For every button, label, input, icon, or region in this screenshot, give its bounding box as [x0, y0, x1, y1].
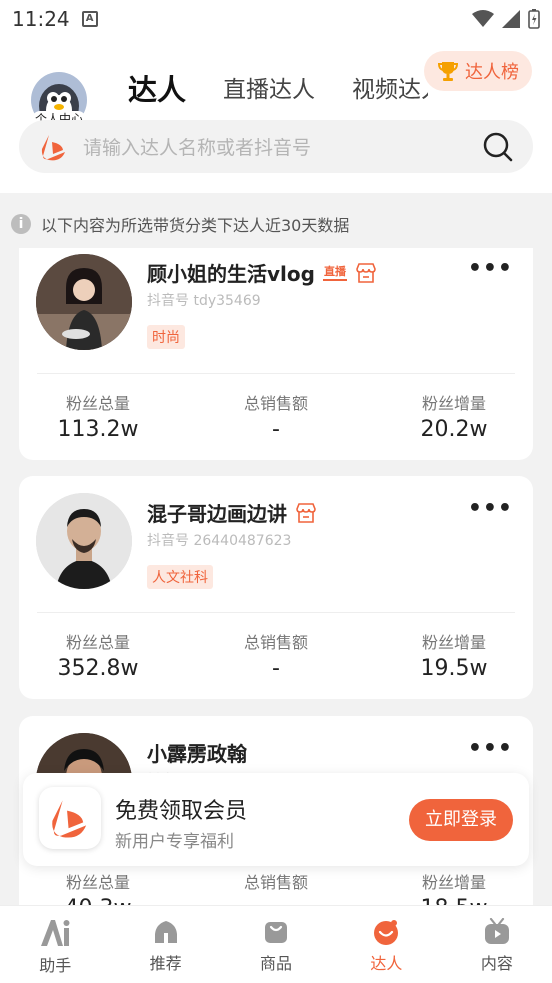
- stat-value: -: [272, 417, 280, 442]
- nav-products[interactable]: 商品: [221, 906, 331, 983]
- status-time: 11:24: [12, 7, 70, 31]
- membership-popup[interactable]: 免费领取会员 新用户专享福利 立即登录: [23, 773, 529, 866]
- search-icon[interactable]: [483, 132, 513, 162]
- stat-label: 粉丝增量: [421, 873, 486, 892]
- stat-label: 粉丝增量: [421, 394, 486, 413]
- popup-subtitle: 新用户专享福利: [115, 832, 234, 852]
- status-bar: 11:24 A: [0, 0, 552, 38]
- stat-value: 352.8w: [57, 656, 139, 681]
- stat-label: 总销售额: [243, 633, 308, 652]
- category-tag: 人文社科: [147, 565, 213, 589]
- stat-followers: 粉丝总量 352.8w: [28, 629, 168, 681]
- influencer-name: 混子哥边画边讲: [147, 498, 317, 527]
- douyin-id: 抖音号 tdy35469: [147, 293, 261, 309]
- more-options-icon[interactable]: •••: [468, 736, 513, 761]
- app-logo-icon: [41, 134, 65, 160]
- data-notice: i 以下内容为所选带货分类下达人近30天数据: [0, 207, 552, 241]
- influencer-avatar: [36, 254, 132, 350]
- tab-live-influencer[interactable]: 直播达人: [223, 72, 315, 108]
- smile-icon: [374, 920, 399, 945]
- stat-value: 113.2w: [57, 417, 139, 442]
- nav-label: 助手: [39, 956, 72, 975]
- tab-video-influencer[interactable]: 视频达人: [352, 72, 428, 108]
- nav-label: 商品: [260, 954, 293, 973]
- influencer-name: 顾小姐的生活vlog 直播: [147, 258, 377, 287]
- nav-influencer[interactable]: 达人: [331, 906, 441, 983]
- stat-label: 粉丝总量: [65, 394, 130, 413]
- nav-assistant[interactable]: 助手: [0, 906, 110, 983]
- stat-value: -: [272, 656, 280, 681]
- stat-label: 粉丝增量: [421, 633, 486, 652]
- notice-text: 以下内容为所选带货分类下达人近30天数据: [41, 216, 350, 235]
- popup-title: 免费领取会员: [115, 799, 248, 824]
- trophy-icon: [437, 62, 459, 81]
- wifi-icon: [472, 10, 494, 27]
- live-badge: 直播: [322, 265, 347, 281]
- bag-icon: [265, 922, 288, 943]
- stat-label: 粉丝总量: [65, 633, 130, 652]
- bottom-nav: 助手 推荐 商品 达人 内容: [0, 905, 552, 983]
- category-tag: 时尚: [147, 325, 185, 349]
- influencer-name-text: 小霹雳政翰: [147, 742, 247, 766]
- influencer-name-text: 顾小姐的生活vlog: [147, 262, 315, 286]
- battery-icon: [528, 9, 540, 29]
- search-bar[interactable]: 请输入达人名称或者抖音号: [19, 120, 533, 173]
- nav-label: 达人: [370, 954, 403, 973]
- login-button[interactable]: 立即登录: [409, 799, 513, 841]
- stat-label: 粉丝总量: [65, 873, 130, 892]
- tv-icon: [484, 918, 509, 944]
- home-icon: [154, 921, 177, 943]
- rank-button[interactable]: 达人榜: [424, 51, 532, 91]
- stat-value: 20.2w: [420, 417, 488, 442]
- more-options-icon[interactable]: •••: [468, 256, 513, 281]
- app-logo-icon: [39, 787, 101, 849]
- more-options-icon[interactable]: •••: [468, 496, 513, 521]
- signal-icon: [502, 10, 520, 28]
- rank-button-label: 达人榜: [465, 62, 519, 83]
- search-input[interactable]: 请输入达人名称或者抖音号: [83, 133, 311, 160]
- stat-sales: 总销售额 -: [206, 390, 346, 442]
- influencer-card[interactable]: 混子哥边画边讲 抖音号 26440487623 人文社科 ••• 粉丝总量 35…: [19, 476, 533, 699]
- stat-label: 总销售额: [243, 394, 308, 413]
- influencer-avatar: [36, 493, 132, 589]
- stat-follower-growth: 粉丝增量 20.2w: [384, 390, 524, 442]
- influencer-name: 小霹雳政翰: [147, 738, 247, 767]
- ai-icon: [41, 920, 70, 946]
- card-divider: [37, 612, 515, 613]
- shop-icon: [356, 262, 376, 283]
- influencer-name-text: 混子哥边画边讲: [147, 502, 287, 526]
- nav-recommend[interactable]: 推荐: [110, 906, 220, 983]
- info-icon: i: [11, 214, 31, 234]
- nav-label: 内容: [480, 954, 513, 973]
- nav-content[interactable]: 内容: [442, 906, 552, 983]
- influencer-card[interactable]: 顾小姐的生活vlog 直播 抖音号 tdy35469 时尚 ••• 粉丝总量 1…: [19, 248, 533, 460]
- stat-followers: 粉丝总量 113.2w: [28, 390, 168, 442]
- shop-icon: [296, 502, 316, 523]
- card-divider: [37, 373, 515, 374]
- nav-label: 推荐: [149, 954, 182, 973]
- stat-label: 总销售额: [243, 873, 308, 892]
- tab-influencer[interactable]: 达人: [128, 72, 186, 108]
- douyin-id: 抖音号 26440487623: [147, 533, 292, 549]
- notification-icon: A: [81, 11, 98, 27]
- stat-value: 19.5w: [420, 656, 488, 681]
- header: 个人中心 达人 直播达人 视频达人 达人榜 请输入达人名称或者抖音号: [0, 38, 552, 193]
- tab-bar: 达人 直播达人 视频达人: [128, 52, 428, 108]
- stat-follower-growth: 粉丝增量 19.5w: [384, 629, 524, 681]
- stat-sales: 总销售额 -: [206, 629, 346, 681]
